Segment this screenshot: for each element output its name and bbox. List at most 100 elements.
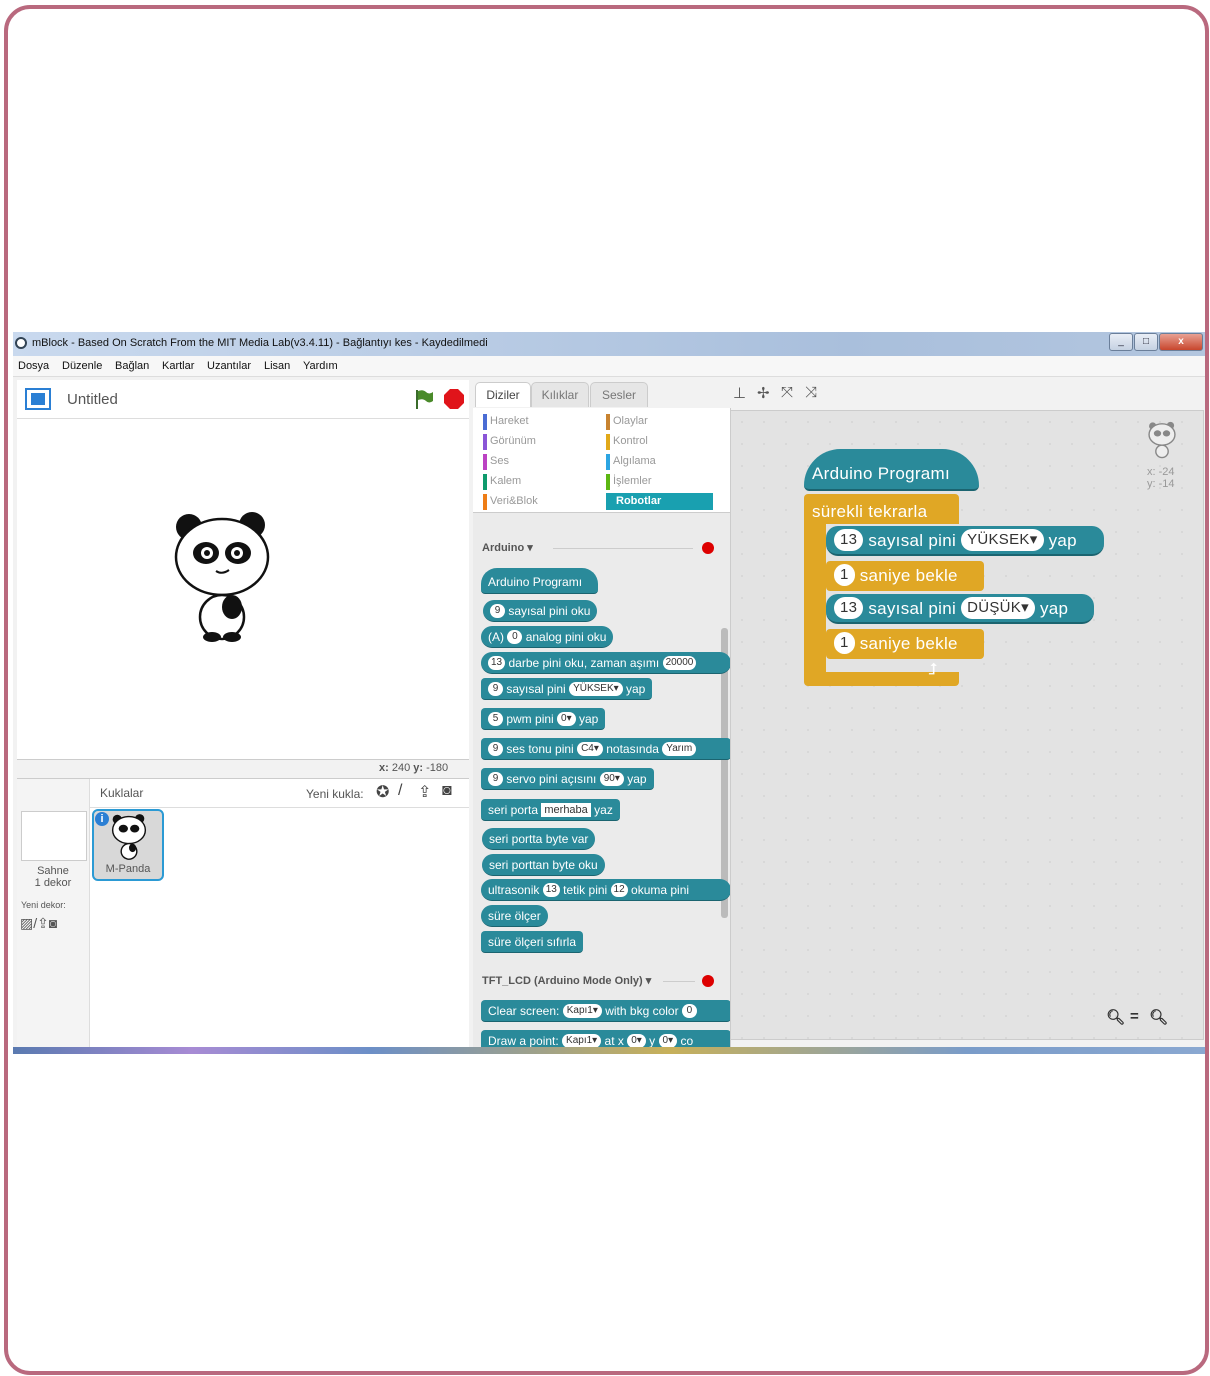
sprite-name: M-Panda (105, 863, 151, 875)
block-play-tone[interactable]: 9 ses tonu pini C4▾ notasında Yarım (481, 738, 730, 760)
sprite-tile[interactable]: i M-Panda (92, 809, 164, 881)
menu-uzantilar[interactable]: Uzantılar (207, 360, 251, 372)
duplicate-icon[interactable]: ⊥ (733, 384, 746, 402)
camera-sprite-icon[interactable]: ◙ (442, 782, 452, 800)
zoom-out-icon[interactable]: 🔍︎ (1106, 1008, 1125, 1026)
tab-bar: Diziler Kılıklar Sesler (473, 380, 733, 408)
category-kalem[interactable]: Kalem (483, 473, 521, 490)
stage-header: Untitled (17, 380, 469, 419)
category-olaylar[interactable]: Olaylar (606, 413, 648, 430)
script-wait-2[interactable]: 1 saniye bekle (826, 629, 984, 659)
category-ses[interactable]: Ses (483, 453, 509, 470)
section-divider-tft (663, 981, 695, 982)
stage-canvas[interactable] (17, 419, 469, 760)
category-list: Hareket Görünüm Ses Kalem Veri&Blok Olay… (473, 408, 730, 513)
title-bar: mBlock - Based On Scratch From the MIT M… (13, 332, 1205, 356)
upload-sprite-icon[interactable]: ⇪ (418, 782, 431, 802)
menu-bar: Dosya Düzenle Bağlan Kartlar Uzantılar L… (13, 356, 1205, 377)
app-icon (15, 337, 27, 349)
block-servo-write[interactable]: 9 servo pini açısını 90▾ yap (481, 768, 654, 790)
section-divider (553, 548, 693, 549)
script-digital-write-high[interactable]: 13 sayısal pini YÜKSEK▾ yap (826, 526, 1104, 556)
backdrop-tools: ▨/⇪◙ (20, 915, 57, 932)
script-digital-write-low[interactable]: 13 sayısal pini DÜŞÜK▾ yap (826, 594, 1094, 624)
block-digital-write[interactable]: 9 sayısal pini YÜKSEK▾ yap (481, 678, 653, 700)
block-digital-read[interactable]: 9 sayısal pini oku (483, 600, 598, 622)
maximize-button[interactable]: □ (1134, 333, 1158, 351)
category-gorunum[interactable]: Görünüm (483, 433, 536, 450)
window-title: mBlock - Based On Scratch From the MIT M… (32, 337, 488, 349)
menu-lisan[interactable]: Lisan (264, 360, 290, 372)
zoom-reset-button[interactable]: = (1130, 1008, 1139, 1025)
menu-yardim[interactable]: Yardım (303, 360, 338, 372)
stop-icon[interactable] (443, 388, 465, 410)
category-veri-blok[interactable]: Veri&Blok (483, 493, 538, 510)
arduino-status-dot (702, 542, 714, 554)
script-area[interactable]: x: -24 y: -14 Arduino Programı sürekli t… (730, 410, 1204, 1040)
section-tft-lcd[interactable]: TFT_LCD (Arduino Mode Only) ▾ (482, 974, 651, 987)
choose-sprite-icon[interactable]: ✪ (376, 782, 389, 802)
script-wait-1[interactable]: 1 saniye bekle (826, 561, 984, 591)
block-analog-read[interactable]: (A) 0 analog pini oku (481, 626, 614, 648)
tab-sounds[interactable]: Sesler (590, 382, 648, 407)
tft-status-dot (702, 975, 714, 987)
menu-kartlar[interactable]: Kartlar (162, 360, 194, 372)
block-timer[interactable]: süre ölçer (481, 905, 548, 927)
block-serial-available[interactable]: seri portta byte var (482, 828, 596, 850)
section-arduino[interactable]: Arduino ▾ (482, 541, 533, 554)
new-sprite-label: Yeni kukla: (306, 787, 364, 801)
category-kontrol[interactable]: Kontrol (606, 433, 648, 450)
cursor-tools: ⊥ ✢ ⤧ ⤨ (733, 384, 833, 404)
app-window: mBlock - Based On Scratch From the MIT M… (13, 332, 1205, 1054)
block-list: Arduino ▾ Arduino Programı 9 sayısal pin… (473, 512, 730, 1054)
block-arduino-program[interactable]: Arduino Programı (481, 568, 598, 594)
block-reset-timer[interactable]: süre ölçeri sıfırla (481, 931, 584, 953)
new-backdrop-label: Yeni dekor: (21, 900, 66, 910)
minimize-button[interactable]: _ (1109, 333, 1133, 351)
category-robotlar[interactable]: Robotlar (606, 493, 713, 510)
project-title[interactable]: Untitled (67, 391, 118, 408)
stage-coords: x: 240 y: -180 (379, 762, 449, 774)
block-serial-write[interactable]: seri porta merhaba yaz (481, 799, 620, 821)
paint-sprite-icon[interactable]: / (398, 782, 402, 800)
block-ultrasonic[interactable]: ultrasonik 13 tetik pini 12 okuma pini (481, 879, 730, 901)
category-algilama[interactable]: Algılama (606, 453, 656, 470)
stage-thumbnail[interactable] (21, 811, 87, 861)
shrink-icon[interactable]: ⤨ (805, 384, 817, 401)
stage-label: Sahne 1 dekor (34, 865, 72, 889)
taskbar-strip (13, 1047, 1205, 1054)
grow-icon[interactable]: ⤧ (781, 384, 793, 401)
category-islemler[interactable]: İşlemler (606, 473, 652, 490)
block-pwm-write[interactable]: 5 pwm pini 0▾ yap (481, 708, 606, 730)
menu-baglan[interactable]: Bağlan (115, 360, 149, 372)
sprite-header: Kuklalar Yeni kukla: ✪ / ⇪ ◙ (90, 779, 469, 808)
block-palette: Hareket Görünüm Ses Kalem Veri&Blok Olay… (473, 408, 731, 1054)
info-badge[interactable]: i (95, 812, 109, 826)
upload-backdrop-icon[interactable]: ⇪ (37, 915, 49, 931)
tab-scripts[interactable]: Diziler (475, 382, 531, 407)
paint-backdrop-icon[interactable]: ▨ (20, 915, 33, 931)
category-hareket[interactable]: Hareket (483, 413, 529, 430)
stage-column: Sahne 1 dekor Yeni dekor: ▨/⇪◙ (17, 779, 90, 1054)
block-pulse-read[interactable]: 13 darbe pini oku, zaman aşımı 20000 (481, 652, 730, 674)
sprite-pane: Sahne 1 dekor Yeni dekor: ▨/⇪◙ Kuklalar … (17, 778, 469, 1054)
block-serial-read[interactable]: seri porttan byte oku (482, 854, 605, 876)
tab-costumes[interactable]: Kılıklar (531, 382, 589, 407)
loop-arrow-icon: ⮥ (928, 661, 938, 678)
menu-duzenle[interactable]: Düzenle (62, 360, 102, 372)
delete-icon[interactable]: ✢ (757, 384, 770, 402)
block-clear-screen[interactable]: Clear screen: Kapı1▾ with bkg color 0 (481, 1000, 730, 1022)
panda-sprite-icon[interactable] (172, 509, 272, 644)
sprite-position: x: -24 y: -14 (1147, 466, 1175, 490)
panda-corner-icon (1148, 421, 1176, 459)
loop-label: sürekli tekrarla (812, 502, 928, 521)
zoom-in-icon[interactable]: 🔍︎ (1149, 1008, 1168, 1026)
green-flag-icon[interactable] (413, 388, 435, 410)
menu-dosya[interactable]: Dosya (18, 360, 49, 372)
sprites-title: Kuklalar (100, 786, 144, 800)
script-hat-arduino-program[interactable]: Arduino Programı (804, 449, 979, 491)
panda-thumbnail-icon (111, 814, 147, 860)
fullscreen-icon[interactable] (25, 388, 51, 410)
camera-backdrop-icon[interactable]: ◙ (49, 915, 57, 931)
close-button[interactable]: x (1159, 333, 1203, 351)
